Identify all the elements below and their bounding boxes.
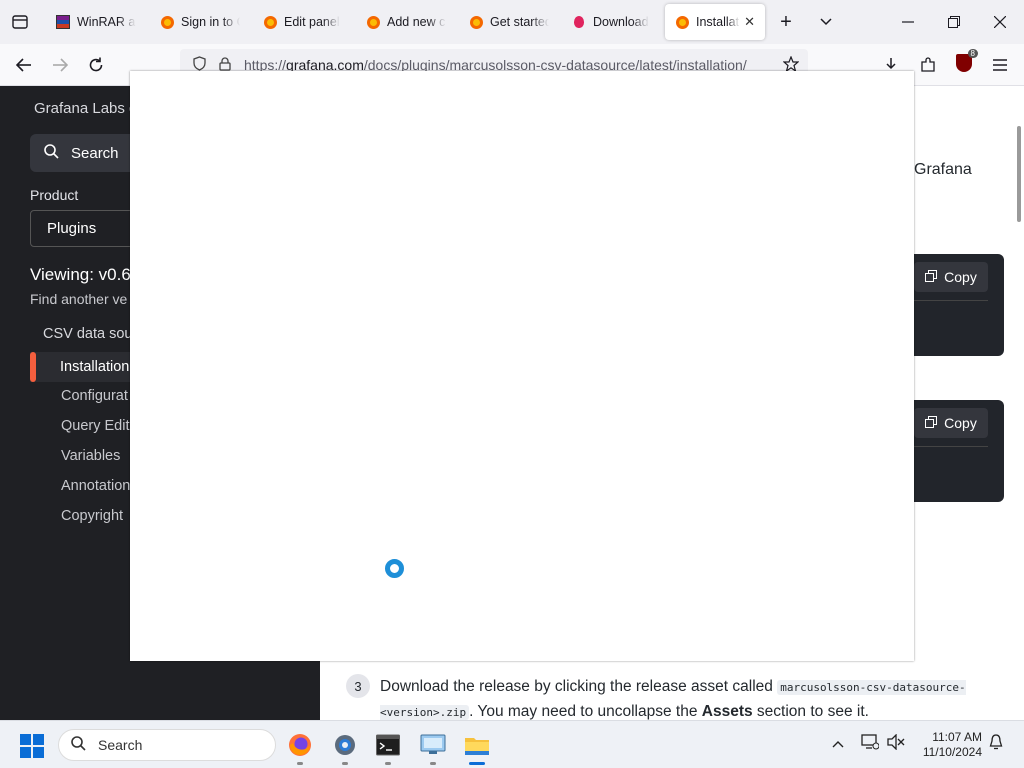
- sidebar-section-csv[interactable]: CSV data sou: [43, 326, 132, 342]
- tab-download[interactable]: Download: [562, 4, 662, 40]
- taskbar-search-label: Search: [98, 737, 143, 753]
- ublock-count-badge: 8: [967, 49, 978, 58]
- tab-list-icon[interactable]: [6, 8, 34, 36]
- new-tab-icon[interactable]: +: [772, 8, 800, 36]
- copy-icon: [925, 269, 938, 285]
- restore-icon[interactable]: [932, 6, 976, 38]
- tab-edit-panel[interactable]: Edit panel: [253, 4, 353, 40]
- viewing-version: Viewing: v0.6: [30, 265, 131, 284]
- copy-label: Copy: [944, 415, 977, 431]
- tab-winrar[interactable]: WinRAR and: [46, 4, 146, 40]
- code-divider: [914, 446, 988, 447]
- tab-title: Sign in to Grafana: [181, 15, 240, 29]
- content-text-fragment: Grafana: [914, 161, 972, 178]
- tab-sign-in[interactable]: Sign in to Grafana: [150, 4, 250, 40]
- volume-muted-icon[interactable]: [887, 733, 905, 753]
- menu-icon[interactable]: [986, 51, 1014, 79]
- remote-desktop-icon[interactable]: [417, 729, 449, 765]
- tab-title: Installation: [696, 15, 740, 29]
- taskbar-search[interactable]: Search: [58, 729, 276, 761]
- copy-button[interactable]: Copy: [914, 408, 988, 438]
- tab-strip: WinRAR and Sign in to Grafana Edit panel…: [0, 0, 1024, 44]
- terminal-icon[interactable]: [372, 729, 404, 765]
- close-tab-icon[interactable]: ✕: [744, 14, 755, 30]
- windows-taskbar: Search 11:07 AM 11/10/2024: [0, 720, 1024, 768]
- chevron-down-icon[interactable]: [812, 8, 840, 36]
- product-value: Plugins: [47, 220, 97, 237]
- tab-title: WinRAR and: [77, 15, 136, 29]
- step-text: section to see it.: [752, 703, 869, 720]
- notification-bell-icon[interactable]: [989, 734, 1003, 753]
- clock-time: 11:07 AM: [932, 730, 982, 744]
- grafana-icon: [366, 15, 380, 29]
- copy-icon: [925, 415, 938, 431]
- grafana-icon: [160, 15, 174, 29]
- sidebar-org-title[interactable]: Grafana Labs d: [34, 100, 137, 117]
- product-label: Product: [30, 187, 79, 203]
- clock-date: 11/10/2024: [922, 745, 982, 759]
- extensions-icon[interactable]: [914, 51, 942, 79]
- system-clock[interactable]: 11:07 AM 11/10/2024: [916, 730, 982, 760]
- close-window-icon[interactable]: [978, 6, 1022, 38]
- tab-title: Edit panel: [284, 15, 340, 29]
- minimize-icon[interactable]: [886, 6, 930, 38]
- sidebar-item-copyright[interactable]: Copyright: [61, 508, 123, 524]
- loading-popup: [130, 71, 914, 661]
- firefox-icon[interactable]: [284, 729, 316, 765]
- file-explorer-icon[interactable]: [461, 729, 493, 765]
- tab-get-started[interactable]: Get started: [459, 4, 559, 40]
- step-number-badge: 3: [346, 674, 370, 698]
- windows-start-icon[interactable]: [20, 734, 44, 758]
- tab-title: Add new connection: [387, 15, 446, 29]
- find-another-version-link[interactable]: Find another ve: [30, 291, 127, 307]
- settings-icon[interactable]: [329, 729, 361, 765]
- copy-button[interactable]: Copy: [914, 262, 988, 292]
- scrollbar-thumb[interactable]: [1017, 126, 1021, 222]
- search-icon: [71, 735, 86, 755]
- sidebar-item-configuration[interactable]: Configurat: [61, 388, 128, 404]
- tab-installation[interactable]: Installation ✕: [665, 4, 765, 40]
- sidebar-item-label: Installation: [60, 359, 130, 375]
- tab-add-connection[interactable]: Add new connection: [356, 4, 456, 40]
- step-text: Download the release by clicking the rel…: [380, 678, 778, 695]
- grafana-icon: [675, 15, 689, 29]
- loading-spinner-icon: [385, 559, 404, 578]
- grafana-icon: [263, 15, 277, 29]
- ublock-origin-icon[interactable]: 8: [956, 49, 978, 72]
- tab-title: Download: [593, 15, 649, 29]
- assets-bold: Assets: [701, 703, 753, 720]
- code-divider: [914, 300, 988, 301]
- download-icon: [572, 15, 586, 29]
- network-display-icon[interactable]: [861, 734, 880, 753]
- step-instruction: Download the release by clicking the rel…: [380, 675, 1010, 720]
- sidebar-item-variables[interactable]: Variables: [61, 448, 120, 464]
- show-hidden-icons-chevron-icon[interactable]: [832, 735, 844, 751]
- grafana-icon: [469, 15, 483, 29]
- forward-arrow-icon[interactable]: [46, 51, 74, 79]
- copy-label: Copy: [944, 269, 977, 285]
- search-label: Search: [71, 144, 119, 162]
- reload-icon[interactable]: [82, 51, 110, 79]
- back-arrow-icon[interactable]: [10, 51, 38, 79]
- search-icon: [44, 143, 59, 163]
- sidebar-item-annotations[interactable]: Annotation: [61, 478, 130, 494]
- winrar-icon: [56, 15, 70, 29]
- tab-title: Get started: [490, 15, 549, 29]
- sidebar-item-query-editor[interactable]: Query Edit: [61, 418, 130, 434]
- step-text: . You may need to uncollapse the: [469, 703, 702, 720]
